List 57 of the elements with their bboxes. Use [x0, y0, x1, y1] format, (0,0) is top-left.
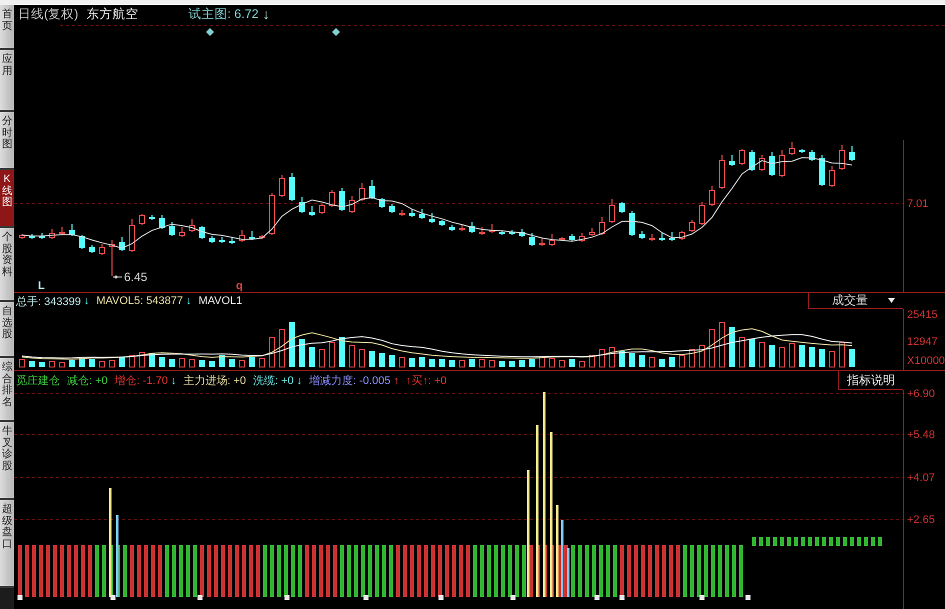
- indicator-axis-label: +2.65: [907, 514, 935, 526]
- indicator-help-button[interactable]: 指标说明: [838, 371, 903, 390]
- square-marker-icon: [510, 595, 516, 600]
- chart-marker: q: [236, 280, 243, 292]
- trend-arrow: ↓: [186, 295, 192, 307]
- sidebar-tab[interactable]: 牛叉诊股: [0, 422, 14, 500]
- indicator-title: 觅庄建仓: [16, 374, 60, 388]
- legend-text: 增减力度: -0.005: [309, 374, 390, 388]
- legend-text: MAVOL1: [198, 295, 242, 307]
- diamond-marker-icon: [332, 28, 340, 36]
- sidebar-tab[interactable]: K线图: [0, 170, 14, 228]
- indicator-axis-label: +4.07: [907, 472, 935, 484]
- price-axis-label: 7.01: [907, 198, 928, 210]
- legend-text: 主力进场: +0: [183, 374, 246, 388]
- sidebar-tab[interactable]: 首页: [0, 5, 14, 50]
- indicator-dropdown[interactable]: 成交量: [808, 293, 903, 309]
- caret-icon: [888, 298, 895, 303]
- sidebar-tab[interactable]: 综合排名: [0, 358, 14, 422]
- trend-arrow: ↓: [170, 374, 176, 386]
- spike-bar: [567, 548, 570, 597]
- legend-text: 减仓: +0: [67, 374, 108, 388]
- square-marker-icon: [284, 595, 290, 600]
- trend-arrow: ↑: [393, 374, 399, 386]
- indicator-axis-label: +5.48: [907, 429, 935, 441]
- sidebar-tab[interactable]: 个股资料: [0, 228, 14, 302]
- legend-text: 增仓: -1.70: [114, 374, 168, 388]
- chart-marker: L: [38, 280, 45, 292]
- sidebar-tab[interactable]: 超级盘口: [0, 500, 14, 588]
- volume-axis-label: 12947: [907, 336, 938, 348]
- square-marker-icon: [110, 595, 116, 600]
- low-price-label: 6.45: [124, 270, 148, 284]
- square-marker-icon: [700, 595, 704, 600]
- square-marker-icon: [364, 595, 368, 600]
- leader-line: [112, 276, 122, 278]
- diamond-marker-icon: [206, 28, 214, 36]
- chart-period-label: 日线(复权): [18, 6, 78, 22]
- trend-arrow: ↓: [296, 374, 302, 386]
- stock-name: 东方航空: [86, 6, 138, 22]
- square-marker-icon: [438, 595, 444, 600]
- legend-text: ↑买↑: +0: [406, 374, 447, 388]
- square-marker-icon: [18, 595, 22, 600]
- volume-axis-label: 25415: [907, 309, 938, 321]
- square-marker-icon: [746, 595, 750, 600]
- trend-arrow: ↓: [84, 295, 90, 307]
- indicator-reading: 试主图: 6.72: [188, 6, 259, 22]
- volume-axis-label: X10000: [907, 355, 945, 367]
- legend-text: 总手: 343399: [16, 294, 81, 308]
- legend-text: MAVOL5: 543877: [96, 295, 183, 307]
- sidebar-tab[interactable]: 自选股: [0, 302, 14, 358]
- square-marker-icon: [198, 595, 202, 600]
- sidebar-tab[interactable]: 分时图: [0, 112, 14, 170]
- square-marker-icon: [594, 595, 600, 600]
- indicator-axis-label: +6.90: [907, 388, 935, 400]
- trend-arrow: ↓: [262, 6, 270, 22]
- sidebar-tab[interactable]: 应用: [0, 50, 14, 112]
- square-marker-icon: [620, 595, 624, 600]
- legend-text: 洗缆: +0: [253, 374, 294, 388]
